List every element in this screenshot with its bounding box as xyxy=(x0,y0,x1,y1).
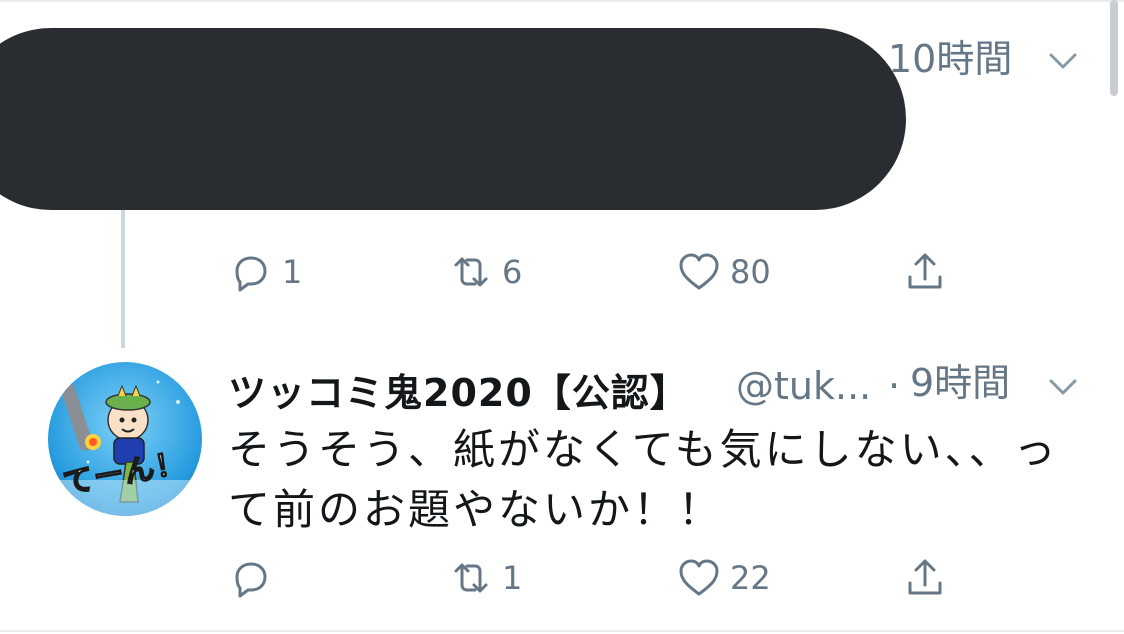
tweet1-retweet-count: 6 xyxy=(502,253,523,291)
tweet2-like-button[interactable]: 22 xyxy=(676,554,771,602)
thread-connector-line xyxy=(121,200,125,348)
tweet1-retweet-button[interactable]: 6 xyxy=(448,248,522,296)
reply-icon xyxy=(235,562,267,598)
tweet2-share-button[interactable] xyxy=(902,554,948,602)
separator-dot: · xyxy=(888,364,901,408)
share-icon xyxy=(908,559,942,595)
tweet2-action-bar: 1 22 xyxy=(228,554,988,602)
reply-icon xyxy=(235,256,267,292)
tweet1-share-button[interactable] xyxy=(902,248,948,296)
share-icon xyxy=(908,253,942,289)
display-name[interactable]: ツッコミ鬼2020【公認】 xyxy=(228,362,689,417)
tweet2-text: そうそう、紙がなくても気にしない、、って前のお題やないか！！ xyxy=(228,425,1059,534)
tweet1-reply-button[interactable]: 1 xyxy=(228,248,302,296)
tweet1-action-bar: 1 6 80 xyxy=(228,248,988,296)
tweet2-like-count: 22 xyxy=(730,559,771,597)
tweet2-reply-button[interactable] xyxy=(228,554,282,602)
retweet-icon xyxy=(454,563,488,593)
chevron-down-icon[interactable] xyxy=(1046,370,1080,404)
chevron-down-icon[interactable] xyxy=(1046,44,1080,78)
tweet1-reply-count: 1 xyxy=(282,253,303,291)
retweet-icon xyxy=(454,257,488,287)
tweet1-like-count: 80 xyxy=(730,253,771,291)
tweet2-timestamp[interactable]: 9時間 xyxy=(910,364,1010,402)
bottom-divider xyxy=(0,630,1124,632)
top-divider xyxy=(0,0,1124,2)
heart-icon xyxy=(679,253,719,290)
tweet2-retweet-button[interactable]: 1 xyxy=(448,554,522,602)
redaction-overlay xyxy=(0,28,906,210)
tweet1-timestamp[interactable]: 10時間 xyxy=(888,40,1012,78)
tweet1-like-button[interactable]: 80 xyxy=(676,248,771,296)
user-handle[interactable]: @tuk... xyxy=(736,364,871,408)
heart-icon xyxy=(679,559,719,596)
avatar[interactable]: てーん！ xyxy=(48,362,202,516)
tweet2-retweet-count: 1 xyxy=(502,559,523,597)
scrollbar[interactable] xyxy=(1110,0,1118,96)
